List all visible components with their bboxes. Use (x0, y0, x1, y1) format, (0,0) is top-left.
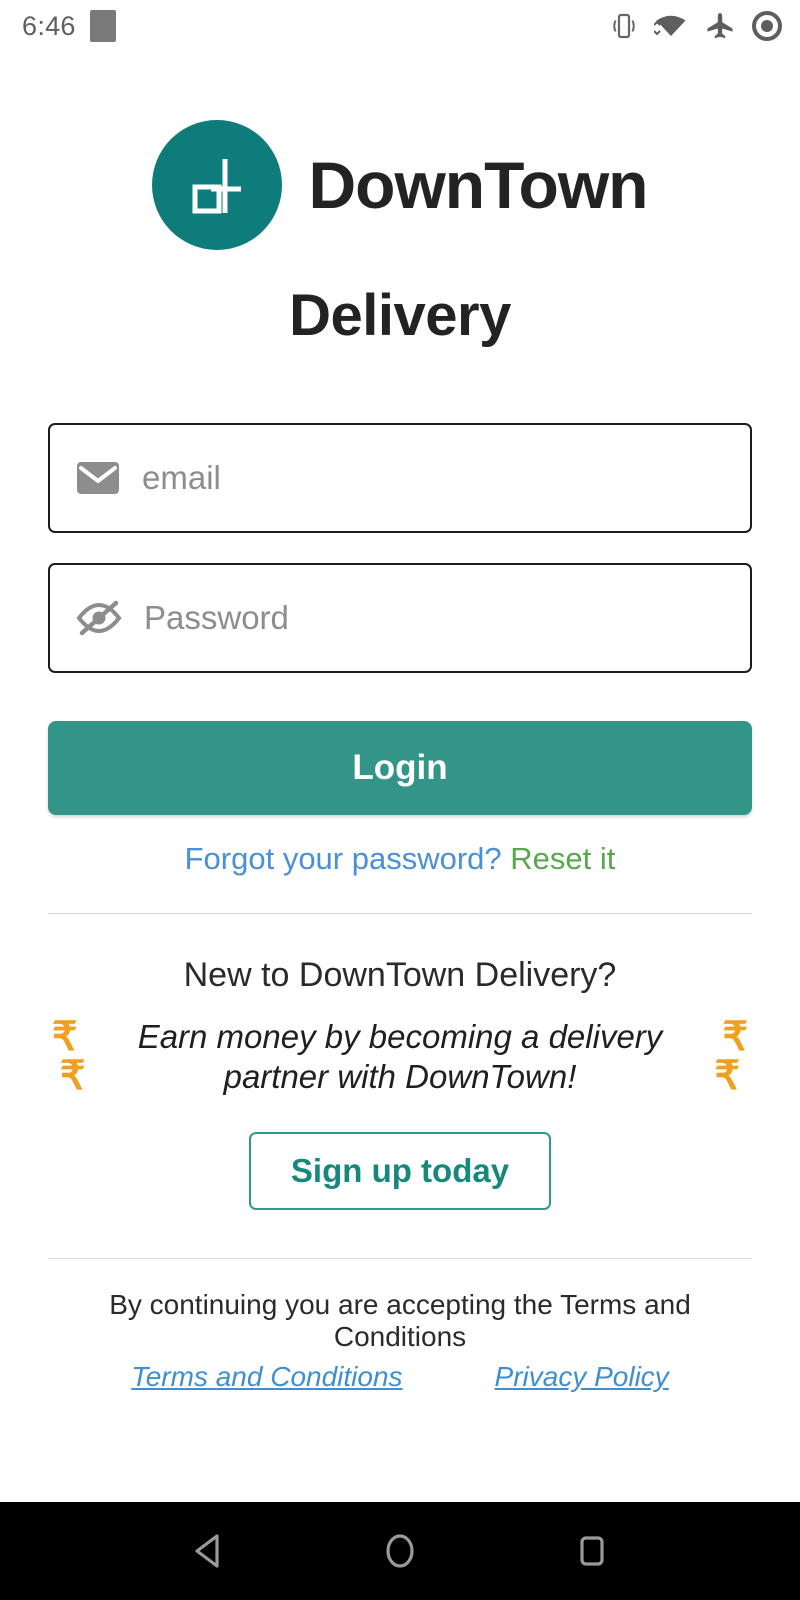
password-input-placeholder: Password (144, 599, 289, 636)
brand-header: DownTown (48, 120, 752, 250)
login-button[interactable]: Login (48, 721, 752, 815)
forgot-password-row: Forgot your password? Reset it (48, 841, 752, 877)
airplane-mode-icon (705, 12, 735, 40)
email-input[interactable]: email (48, 423, 752, 533)
vibrate-icon (611, 11, 637, 41)
rupee-icon-left: ₹ ₹ (48, 1015, 86, 1099)
home-circle-icon[interactable] (383, 1532, 417, 1570)
terms-notice: By continuing you are accepting the Term… (109, 1288, 691, 1352)
back-triangle-icon[interactable] (191, 1533, 225, 1569)
promo-message-line1: Earn money by becoming a delivery (137, 1018, 663, 1055)
email-input-placeholder: email (142, 459, 221, 496)
rupee-symbol: ₹ (714, 1054, 740, 1099)
record-dot-icon (752, 11, 782, 41)
android-navigation-bar (0, 1502, 800, 1600)
promo-title: New to DownTown Delivery? (183, 956, 617, 994)
signup-button-wrap: Sign up today (48, 1131, 752, 1210)
divider-top (48, 913, 752, 914)
promo-row: ₹ ₹ Earn money by becoming a delivery pa… (48, 1017, 752, 1098)
forgot-password-question: Forgot your password? (184, 841, 502, 876)
divider-bottom (48, 1257, 752, 1259)
status-bar-right (611, 11, 782, 41)
status-bar: 6:46 (0, 0, 800, 52)
footer-links: Terms and Conditions Privacy Policy (48, 1361, 752, 1393)
rupee-icon-right: ₹ ₹ (714, 1015, 752, 1099)
eye-off-icon[interactable] (76, 600, 122, 636)
recents-square-icon[interactable] (575, 1532, 609, 1570)
rupee-symbol: ₹ (60, 1054, 86, 1099)
wifi-icon (654, 12, 688, 40)
sign-up-today-button[interactable]: Sign up today (248, 1131, 552, 1210)
promo-message: Earn money by becoming a delivery partne… (95, 1017, 704, 1098)
downtown-dt-monogram-icon (152, 120, 283, 250)
login-content: DownTown Delivery email Password Login F… (0, 52, 800, 1502)
privacy-policy-link[interactable]: Privacy Policy (495, 1361, 669, 1393)
status-bar-left: 6:46 (22, 10, 116, 42)
brand-subtitle: Delivery (289, 283, 511, 348)
promo-message-line2: partner with DownTown! (223, 1058, 577, 1096)
notification-block-icon (89, 10, 116, 42)
reset-password-link[interactable]: Reset it (510, 841, 615, 876)
brand-name: DownTown (308, 148, 648, 222)
rupee-symbol: ₹ (722, 1015, 748, 1060)
terms-and-conditions-link[interactable]: Terms and Conditions (131, 1361, 402, 1393)
status-bar-clock: 6:46 (22, 10, 76, 41)
app-screen: 6:46 DownTown Delivery email Password Lo… (0, 0, 800, 1600)
password-input[interactable]: Password (48, 563, 752, 673)
rupee-symbol: ₹ (52, 1015, 78, 1060)
envelope-icon (76, 461, 120, 495)
